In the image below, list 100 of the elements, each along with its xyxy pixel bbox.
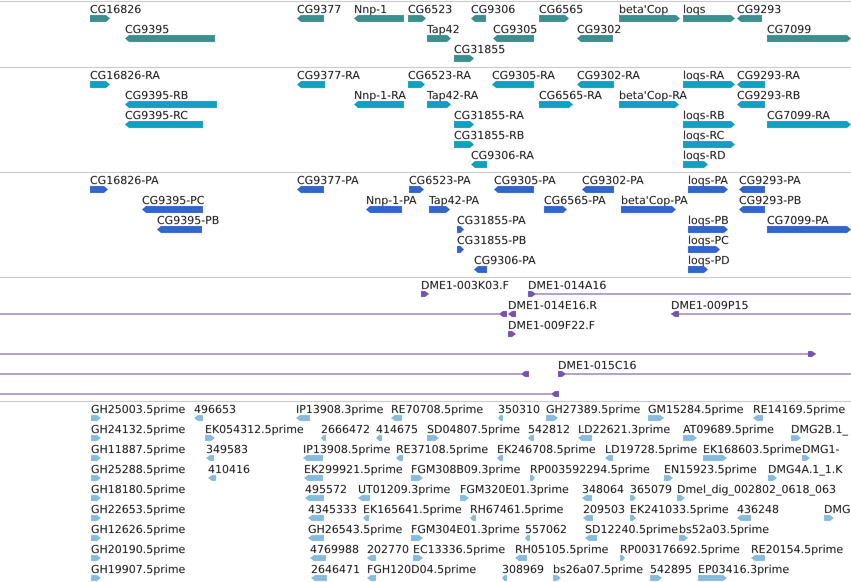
feature-label: DME1-009F22.F <box>508 319 596 332</box>
feature-label: Nnp-1-PA <box>366 194 417 207</box>
feature-label: CG9395-PC <box>142 194 204 207</box>
feature-label: 348064 <box>582 483 624 496</box>
feature-label: 308969 <box>502 563 544 576</box>
feature-label: SD12240.5prime <box>585 523 678 536</box>
feature-label: RE20154.5prime <box>751 543 844 556</box>
feature-label: 209503 <box>583 503 625 516</box>
feature-label: 365079 <box>630 483 672 496</box>
feature-label: CG31855 <box>454 43 506 56</box>
feature-label: DMG4A.1_1.K <box>768 463 843 476</box>
feature-label: CG9293-RA <box>737 69 800 82</box>
feature-label: EK241033.5prime <box>630 503 729 516</box>
feature-label: IP13908.3prime <box>296 403 384 416</box>
feature-label: DME1-003K03.F <box>421 279 509 292</box>
feature-label: 350310 <box>498 403 540 416</box>
feature-label: CG16826-PA <box>90 174 159 187</box>
feature-label: loqs-PD <box>688 254 730 267</box>
feature-label: DME1-014E16.R <box>508 299 597 312</box>
feature-label: CG9302-PA <box>582 174 644 187</box>
feature-label: DMG1- <box>802 443 840 456</box>
feature-label: CG9395-RC <box>125 109 188 122</box>
feature-label: CG16826-RA <box>90 69 160 82</box>
feature-label: 436248 <box>737 503 779 516</box>
feature-label: CG9377-RA <box>297 69 360 82</box>
feature-label: CG31855-PB <box>457 234 526 247</box>
feature-label: CG6565-PA <box>544 194 606 207</box>
feature-label: RH05105.5prime <box>515 543 608 556</box>
feature-label: 557062 <box>525 523 567 536</box>
feature-label: RE70708.5prime <box>391 403 484 416</box>
feature-label: GH26543.5prime <box>308 523 402 536</box>
feature-label: GH22653.5prime <box>91 503 186 516</box>
feature-label: beta'Cop <box>619 3 668 16</box>
feature-label: 542895 <box>650 563 692 576</box>
feature-label: CG9302-RA <box>577 69 640 82</box>
feature-label: CG31855-RA <box>454 109 524 122</box>
feature-label: RE37108.5prime <box>396 443 488 456</box>
feature-label: bs26a07.5prime <box>553 563 643 576</box>
feature-label: RE14169.5prime <box>753 403 846 416</box>
feature-label: EK054312.5prime <box>205 423 304 436</box>
feature-label: GH19907.5prime <box>91 563 186 576</box>
feature-label: LD19728.5prime <box>605 443 698 456</box>
feature-label: CG9377-PA <box>297 174 359 187</box>
feature-label: CG9306 <box>471 3 516 16</box>
feature-label: CG9306-PA <box>474 254 536 267</box>
feature-label: DMG2B.1_ <box>791 423 848 436</box>
feature-label: 496653 <box>194 403 236 416</box>
feature-label: GH24132.5prime <box>91 423 186 436</box>
feature-label: FGM320E01.3prime <box>460 483 569 496</box>
feature-label: GH27389.5prime <box>546 403 640 416</box>
feature-label: GH20190.5prime <box>91 543 186 556</box>
feature-label: EK246708.5prime <box>497 443 596 456</box>
feature-label: CG6565-RA <box>539 89 602 102</box>
feature-label: 495572 <box>305 483 347 496</box>
feature-label: CG7099-PA <box>767 214 829 227</box>
feature-label: 542812 <box>528 423 570 436</box>
feature-label: 4345333 <box>308 503 357 516</box>
feature-label: DME1-009P15 <box>671 299 749 312</box>
feature-label: 349583 <box>206 443 248 456</box>
feature-label: CG6523 <box>408 3 452 16</box>
feature-label: EK168603.5prime <box>703 443 802 456</box>
feature-label: CG6523-PA <box>409 174 471 187</box>
feature-label: CG6523-RA <box>408 69 471 82</box>
feature-label: GH11887.5prime <box>91 443 186 456</box>
feature-label: GH25003.5prime <box>91 403 186 416</box>
feature-label: EC13336.5prime <box>413 543 506 556</box>
feature-label: loqs-RD <box>683 149 726 162</box>
feature-label: FGH120D04.5prime <box>367 563 476 576</box>
feature-label: CG9293 <box>737 3 782 16</box>
feature-label: GH25288.5prime <box>91 463 186 476</box>
feature-label: loqs-PB <box>688 214 729 227</box>
feature-label: FGM308B09.3prime <box>411 463 520 476</box>
feature-label: CG9305-PA <box>494 174 556 187</box>
feature-label: EN15923.5prime <box>664 463 757 476</box>
feature-label: EP03416.3prime <box>698 563 790 576</box>
feature-label: EK165641.5prime <box>363 503 462 516</box>
feature-label: loqs-RC <box>683 129 724 142</box>
feature-label: CG9305 <box>493 23 538 36</box>
feature-label: Nnp-1 <box>354 3 388 16</box>
feature-label: CG6565 <box>539 3 584 16</box>
feature-label: CG9302 <box>577 23 622 36</box>
feature-label: Tap42-RA <box>427 89 478 102</box>
feature-label: GH12626.5prime <box>91 523 186 536</box>
feature-label: CG9395 <box>125 23 170 36</box>
feature-label: loqs-PA <box>688 174 728 187</box>
feature-label: beta'Cop-PA <box>621 194 688 207</box>
feature-label: RP003592294.5prime <box>530 463 650 476</box>
feature-label: CG9305-RA <box>492 69 555 82</box>
feature-label: RP003176692.5prime <box>620 543 740 556</box>
feature-label: CG31855-RB <box>454 129 524 142</box>
feature-label: 414675 <box>376 423 418 436</box>
feature-label: Tap42 <box>427 23 460 36</box>
feature-label: GM15284.5prime <box>648 403 744 416</box>
feature-label: FGM304E01.3prime <box>411 523 520 536</box>
feature-label: LD22621.3prime <box>578 423 670 436</box>
feature-label: 2666472 <box>321 423 370 436</box>
feature-label: CG9293-RB <box>737 89 800 102</box>
feature-label: 202770 <box>367 543 409 556</box>
feature-label: DME1-015C16 <box>558 359 637 372</box>
feature-label: Nnp-1-RA <box>354 89 406 102</box>
